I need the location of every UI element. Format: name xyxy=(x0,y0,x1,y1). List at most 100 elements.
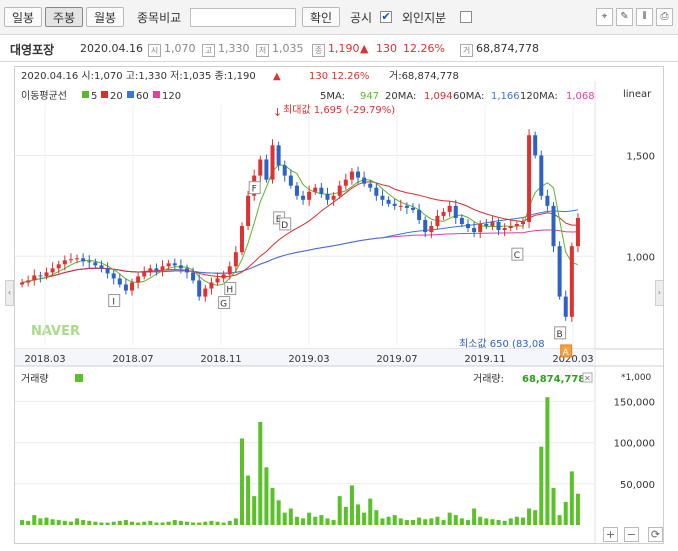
candle-body xyxy=(404,205,409,208)
volume-bar xyxy=(276,500,281,525)
candle-body xyxy=(282,165,287,176)
disclosure-checkbox[interactable]: ✔ xyxy=(380,11,392,23)
volume-unit: *1,000 xyxy=(621,373,652,383)
ma120-period: 120 xyxy=(162,91,181,102)
daily-button[interactable]: 일봉 xyxy=(4,7,43,27)
candle-body xyxy=(496,221,501,231)
price-chart[interactable]: 2020.04.16 시:1,070 고:1,330 저:1,035 종:1,1… xyxy=(15,67,663,543)
candle-body xyxy=(239,226,244,253)
toolbar: 일봉 주봉 월봉 종목비교 확인 공시 ✔ 외인지분 ⌖ ✎ ⫴ ⎙ xyxy=(0,0,678,35)
volume-value: 68,874,778 xyxy=(476,42,539,55)
close-value: 1,190 xyxy=(328,42,360,55)
candle-body xyxy=(435,215,440,227)
candle-body xyxy=(545,195,550,206)
x-tick-label: 2019.11 xyxy=(464,354,505,365)
candle-body xyxy=(465,223,470,229)
volume-badge-icon: 거 xyxy=(460,44,473,57)
candle-body xyxy=(191,272,196,281)
candle-body xyxy=(221,274,226,279)
volume-bar xyxy=(75,518,80,525)
print-icon[interactable]: ⎙ xyxy=(656,8,673,26)
ma20-swatch xyxy=(101,91,108,98)
candle-body xyxy=(490,221,495,227)
confirm-button[interactable]: 확인 xyxy=(302,7,341,27)
candle-type-icon[interactable]: ⫴ xyxy=(636,8,653,26)
change-value: 130 xyxy=(376,42,397,55)
volume-bar xyxy=(325,518,330,525)
low-badge-icon: 저 xyxy=(256,44,269,57)
candle-body xyxy=(514,223,519,227)
zoom-in-button[interactable]: + xyxy=(603,527,618,542)
volume-bar xyxy=(209,520,214,525)
candle-body xyxy=(203,288,208,297)
volume-bar xyxy=(154,522,159,525)
candle-body xyxy=(270,145,275,180)
draw-pen-icon[interactable]: ✎ xyxy=(616,8,633,26)
candle-body xyxy=(441,211,446,216)
volume-bar xyxy=(270,487,275,525)
volume-bar xyxy=(123,520,128,525)
candle-body xyxy=(117,278,122,285)
volume-y-axis-labels: 50,000 100,000 150,000 xyxy=(614,397,655,490)
ma120-value: 1,068 xyxy=(566,91,595,102)
candle-body xyxy=(166,263,171,267)
candle-body xyxy=(520,221,525,224)
volume-bar xyxy=(533,510,538,525)
candle-body xyxy=(160,266,165,271)
x-tick-label: 2018.11 xyxy=(200,354,241,365)
scale-label[interactable]: linear xyxy=(623,89,652,100)
candle-body xyxy=(105,268,110,274)
volume-bar xyxy=(539,446,544,525)
x-tick-label: 2019.03 xyxy=(288,354,329,365)
volume-bar xyxy=(465,520,470,525)
candle-body xyxy=(319,187,324,194)
volume-bar xyxy=(545,397,550,525)
volume-bar xyxy=(288,508,293,525)
candle-body xyxy=(258,159,263,176)
candle-body xyxy=(197,280,202,297)
high-badge-icon: 고 xyxy=(202,44,215,57)
compare-input[interactable] xyxy=(190,8,296,27)
volume-bar xyxy=(136,522,141,525)
candle-body xyxy=(563,296,568,317)
volume-info: 거 68,874,778 xyxy=(460,42,539,57)
zoom-out-button[interactable]: − xyxy=(624,527,639,542)
volume-bar xyxy=(502,520,507,525)
ma-legend-label: 이동평균선 xyxy=(21,90,67,102)
monthly-button[interactable]: 월봉 xyxy=(86,7,125,27)
foreign-checkbox[interactable] xyxy=(460,11,472,23)
volume-bar xyxy=(32,515,37,525)
weekly-button[interactable]: 주봉 xyxy=(45,7,84,27)
close-price: 종 1,190 xyxy=(312,42,360,57)
min-annotation: 최소값 650 (83,08 xyxy=(459,338,545,350)
candle-body xyxy=(184,268,189,273)
candle-body xyxy=(392,203,397,206)
volume-bar xyxy=(56,520,61,525)
indicator-icon[interactable]: ⌖ xyxy=(596,8,613,26)
scroll-left-handle[interactable]: ‹ xyxy=(5,280,14,306)
candle-body xyxy=(374,187,379,196)
stock-name: 대영포장 xyxy=(10,43,55,57)
change-arrow-icon: ▲ xyxy=(360,42,369,55)
volume-bar xyxy=(441,520,446,525)
low-value: 1,035 xyxy=(272,42,304,55)
event-marker-f: F xyxy=(252,185,257,195)
volume-bar xyxy=(484,518,489,525)
volume-bar xyxy=(447,512,452,525)
change-percent: 12.26% xyxy=(403,42,445,55)
scroll-right-handle[interactable]: › xyxy=(655,280,664,306)
volume-last-value: 68,874,778 xyxy=(522,374,585,385)
event-marker-i: I xyxy=(112,298,115,308)
volume-bar xyxy=(178,520,183,525)
candle-body xyxy=(32,275,37,281)
ma120-label: 120MA: xyxy=(520,91,558,102)
candle-body xyxy=(130,282,135,291)
ma20-value: 1,094 xyxy=(424,91,453,102)
ma60-swatch xyxy=(127,91,134,98)
x-tick-label: 2018.07 xyxy=(112,354,153,365)
candle-body xyxy=(288,175,293,186)
candle-body xyxy=(575,217,580,247)
candle-body xyxy=(301,195,306,200)
ma60-value: 1,166 xyxy=(491,91,520,102)
refresh-button[interactable]: ⟳ xyxy=(648,527,663,542)
